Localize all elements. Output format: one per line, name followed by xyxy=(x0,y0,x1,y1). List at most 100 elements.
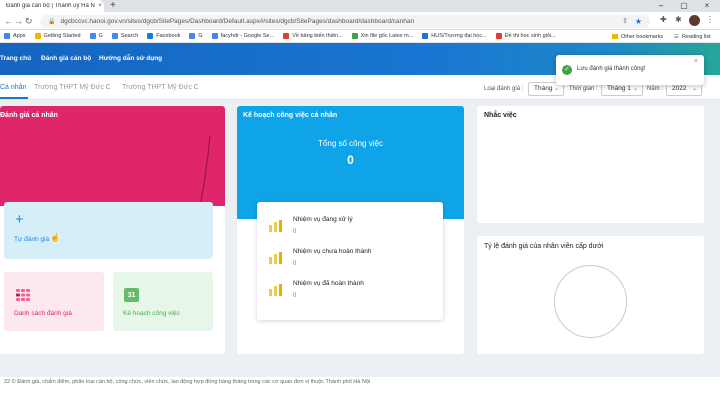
filter-year-value: 2022 xyxy=(672,85,687,92)
share-icon[interactable]: ⇪ xyxy=(622,15,628,28)
bookmark-favicon-icon xyxy=(89,33,96,39)
bookmark-item[interactable]: Đề thi học sinh giỏi... xyxy=(495,33,556,39)
bookmark-item[interactable]: HUS/Trương đại học... xyxy=(422,33,487,39)
bookmark-favicon-icon xyxy=(283,33,290,39)
menu-user-guide[interactable]: Hướng dẫn sử dụng xyxy=(99,55,162,62)
ratio-pie-chart xyxy=(554,265,627,338)
bookmark-label: G xyxy=(198,33,203,39)
profile-avatar[interactable] xyxy=(689,15,700,26)
bookmark-item[interactable]: Search xyxy=(111,33,138,39)
close-icon[interactable]: × xyxy=(694,58,698,65)
menu-home[interactable]: Trang chủ xyxy=(0,55,31,62)
task-count: 0 xyxy=(293,293,297,299)
work-plan-panel: Kế hoạch công việc cá nhân Tổng số công … xyxy=(237,106,464,354)
ratio-title: Tỷ lệ đánh giá của nhân viên cấp dưới xyxy=(484,243,604,250)
work-plan-title: Kế hoạch công việc cá nhân xyxy=(243,112,338,119)
forward-icon[interactable]: → xyxy=(14,15,23,27)
task-summary-box: Nhiệm vụ đang xử lý 0 Nhiệm vụ chưa hoàn… xyxy=(257,202,443,320)
bookmark-item[interactable]: Xin file gốc Latex m... xyxy=(351,33,413,39)
bookmark-label: Đề thi học sinh giỏi... xyxy=(504,33,556,39)
bookmark-label: G xyxy=(98,33,103,39)
menu-staff-evaluation[interactable]: Đánh giá cán bộ xyxy=(41,55,91,62)
browser-tab-title: Đánh giá cán bộ | Thành uỷ Hà N xyxy=(6,3,95,9)
browser-tab-bar: Đánh giá cán bộ | Thành uỷ Hà N × + – ▢ … xyxy=(0,0,720,12)
reading-list[interactable]: ☰ Reading list xyxy=(674,30,711,43)
bookmark-label: Về bảng biến thiên... xyxy=(292,33,343,39)
bookmark-item[interactable]: facyhdr - Google Se... xyxy=(211,33,275,39)
work-plan-tile[interactable]: 31 Kế hoạch công việc xyxy=(113,272,213,331)
decorative-line xyxy=(199,135,211,206)
bookmark-label: HUS/Trương đại học... xyxy=(431,33,487,39)
bookmark-label: facyhdr - Google Se... xyxy=(220,33,275,39)
subordinate-ratio-panel: Tỷ lệ đánh giá của nhân viên cấp dưới xyxy=(477,236,704,354)
browser-menu-icon[interactable]: ⋮ xyxy=(706,14,714,26)
bookmark-label: Apps xyxy=(13,33,26,39)
window-close-icon[interactable]: × xyxy=(698,0,716,12)
bookmark-favicon-icon xyxy=(422,33,429,39)
bookmark-favicon-icon xyxy=(147,33,154,39)
bookmark-favicon-icon xyxy=(211,33,218,39)
total-tasks-value: 0 xyxy=(347,153,354,167)
bookmarks-bar: Apps Getting Started G Search Facebook Gfacyh… xyxy=(0,30,720,43)
other-bookmarks-label: Other bookmarks xyxy=(621,33,664,40)
footer-text: 22 © Đánh giá, chấm điểm, phân loại cán … xyxy=(4,379,371,385)
filter-year-label: Năm : xyxy=(647,86,664,92)
eval-list-tile[interactable]: Danh sách đánh giá xyxy=(4,272,104,331)
bar-chart-icon xyxy=(269,284,282,296)
bookmark-favicon-icon xyxy=(4,33,10,39)
tab-school-1[interactable]: Trường THPT Mỹ Đức C xyxy=(34,84,111,91)
page-footer: 22 © Đánh giá, chấm điểm, phân loại cán … xyxy=(0,377,720,404)
bar-chart-icon xyxy=(269,220,282,232)
bookmark-favicon-icon xyxy=(34,33,41,39)
bookmark-label: Getting Started xyxy=(43,33,81,39)
task-label: Nhiệm vụ đã hoàn thành xyxy=(293,280,364,287)
toast-message: Lưu đánh giá thành công! xyxy=(577,66,646,72)
folder-icon xyxy=(612,34,618,39)
self-eval-button-label: Tự đánh giá xyxy=(14,236,50,243)
close-tab-icon[interactable]: × xyxy=(96,3,104,9)
bookmark-item[interactable]: Về bảng biến thiên... xyxy=(283,33,343,39)
bookmark-favicon-icon xyxy=(111,33,118,39)
bookmark-item[interactable]: Apps xyxy=(4,33,26,39)
cursor-icon: ☝ xyxy=(50,233,60,242)
address-bar: ← → ↻ 🔒 dgcbccvc.hanoi.gov.vn/sites/dgcb… xyxy=(0,12,720,30)
back-icon[interactable]: ← xyxy=(4,15,13,27)
self-eval-button[interactable]: + Tự đánh giá ☝ xyxy=(4,202,213,259)
tab-school-2[interactable]: Trường THPT Mỹ Đức C xyxy=(122,84,199,91)
filter-type-value: Tháng xyxy=(534,85,553,92)
bookmark-item[interactable]: Getting Started xyxy=(34,33,81,39)
task-count: 0 xyxy=(293,229,297,235)
browser-tab[interactable]: Đánh giá cán bộ | Thành uỷ Hà N × xyxy=(0,0,104,12)
reload-icon[interactable]: ↻ xyxy=(25,15,33,27)
bookmark-label: Facebook xyxy=(156,33,181,39)
task-count: 0 xyxy=(293,261,297,267)
total-tasks-label: Tổng số công việc xyxy=(318,139,383,148)
self-eval-header xyxy=(0,106,225,206)
check-icon: ✓ xyxy=(562,65,572,75)
bookmark-star-icon[interactable]: ★ xyxy=(635,15,642,28)
bookmark-item[interactable]: Facebook xyxy=(147,33,180,39)
self-eval-title: Đánh giá cá nhân xyxy=(0,112,58,119)
extension-icon[interactable]: ✚ xyxy=(660,14,667,26)
work-plan-tile-label: Kế hoạch công việc xyxy=(123,310,180,317)
calendar-icon: 31 xyxy=(124,288,139,302)
url-text: dgcbccvc.hanoi.gov.vn/sites/dgcb/SitePag… xyxy=(60,18,415,25)
url-field[interactable]: 🔒 dgcbccvc.hanoi.gov.vn/sites/dgcb/SiteP… xyxy=(40,15,650,28)
extensions-puzzle-icon[interactable]: ✱ xyxy=(675,14,682,26)
self-eval-panel: Đánh giá cá nhân + Tự đánh giá ☝ Danh sá… xyxy=(0,106,225,354)
task-label: Nhiệm vụ đang xử lý xyxy=(293,216,353,223)
minimize-icon[interactable]: – xyxy=(652,0,670,12)
bookmark-item[interactable]: G xyxy=(189,33,203,39)
bookmark-item[interactable]: G xyxy=(89,33,103,39)
tab-personal[interactable]: Cá nhân xyxy=(0,84,26,91)
success-toast: ✓ Lưu đánh giá thành công! × xyxy=(556,55,704,85)
filter-time-label: Thời gian : xyxy=(569,86,598,92)
new-tab-icon[interactable]: + xyxy=(110,0,116,12)
filter-time-value: Tháng 1 xyxy=(607,85,631,92)
calendar-day: 31 xyxy=(127,292,136,299)
filter-type-label: Loại đánh giá : xyxy=(484,86,524,92)
maximize-icon[interactable]: ▢ xyxy=(675,0,693,12)
other-bookmarks[interactable]: Other bookmarks xyxy=(612,30,663,43)
eval-list-label: Danh sách đánh giá xyxy=(14,310,72,317)
reading-list-icon: ☰ xyxy=(674,33,679,40)
